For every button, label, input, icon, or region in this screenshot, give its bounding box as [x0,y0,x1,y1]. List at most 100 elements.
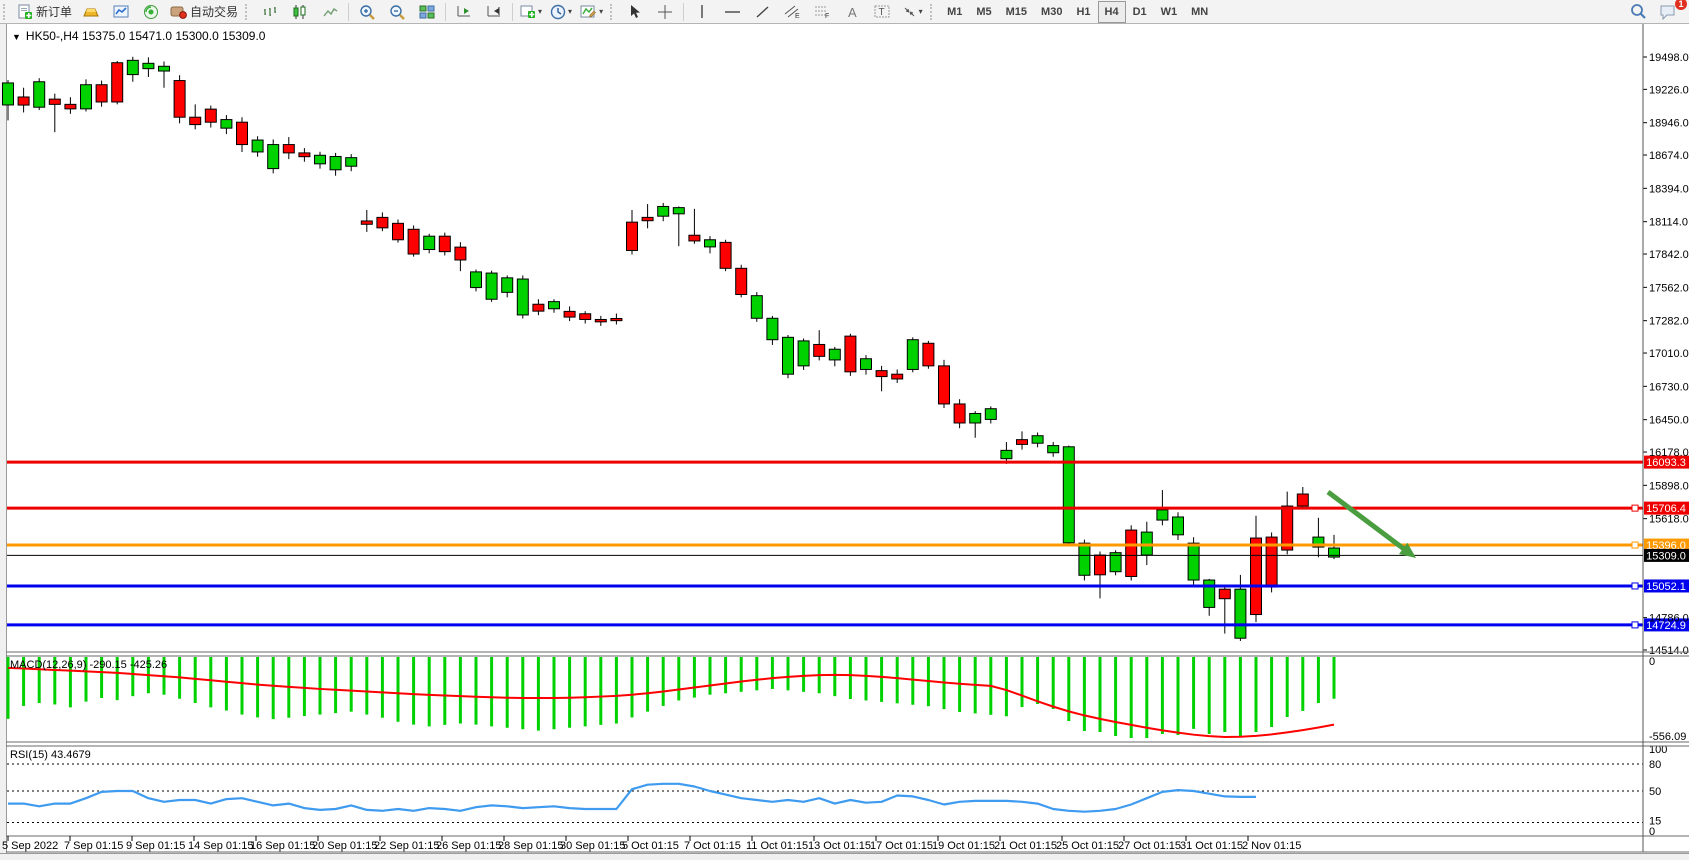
bull-candle [33,81,46,108]
time-axis-label: 14 Sep 01:15 [188,840,253,852]
bull-candle [142,62,155,70]
bull-candle [672,207,685,215]
bull-candle [969,412,982,424]
bear-candle [360,220,373,225]
line-handle [1631,504,1639,512]
bull-candle [1047,445,1060,454]
bull-candle [423,235,436,251]
time-axis-label: 13 Oct 01:15 [808,840,871,852]
bull-candle [1187,542,1200,581]
bear-candle [1218,588,1231,600]
bear-candle [438,235,451,253]
price-axis-tick: 17842.0 [1649,249,1689,261]
bear-candle [64,103,77,110]
bull-candle [906,339,919,370]
bull-candle [158,65,170,72]
bear-candle [1250,537,1262,616]
time-axis-label: 25 Oct 01:15 [1056,840,1119,852]
bear-candle [95,84,108,103]
bull-candle [657,205,670,217]
bear-candle [454,246,467,261]
bear-candle [407,228,420,255]
bull-candle [485,272,498,300]
price-line-label: 15052.1 [1646,581,1686,593]
bear-candle [891,373,904,380]
price-axis-tick: 16450.0 [1649,415,1689,427]
bull-candle [501,277,514,293]
bull-candle [1000,449,1013,460]
price-axis-tick: 17282.0 [1649,316,1689,328]
bull-candle [750,295,763,319]
time-axis-label: 17 Oct 01:15 [870,840,933,852]
line-handle [1631,582,1639,590]
time-axis-label: 30 Sep 01:15 [560,840,625,852]
price-axis-tick: 19498.0 [1649,52,1689,64]
bull-candle [1234,588,1247,639]
price-chart-canvas[interactable]: 16093.315706.415396.015309.015052.114724… [0,0,1689,859]
bear-candle [610,318,623,322]
bear-candle [111,62,124,103]
price-axis-tick: 15618.0 [1649,514,1689,526]
time-axis-label: 7 Oct 01:15 [684,840,741,852]
price-axis-tick: 19226.0 [1649,84,1689,96]
time-axis-label: 5 Oct 01:15 [622,840,679,852]
bear-candle [875,370,888,378]
time-axis-label: 22 Sep 01:15 [374,840,439,852]
bull-candle [1172,516,1184,536]
price-axis-tick: 17010.0 [1649,348,1689,360]
bear-candle [641,216,654,222]
bear-candle [204,108,217,123]
time-axis-label: 9 Sep 01:15 [126,840,185,852]
line-handle [1631,541,1639,549]
time-axis-label: 7 Sep 01:15 [64,840,123,852]
bull-candle [126,59,139,76]
bear-candle [1094,554,1106,576]
bear-candle [626,221,638,251]
price-axis-tick: 17562.0 [1649,282,1689,294]
bear-candle [563,310,576,318]
bear-candle [236,121,248,146]
bear-candle [938,365,950,405]
time-axis-label: 20 Sep 01:15 [312,840,377,852]
time-axis-label: 2 Nov 01:15 [1242,840,1301,852]
mt4-terminal: 新订单 自动交易 ▾ ▾ ▾ E F A T ▾ M1 M5 M15 M30 H… [0,0,1689,860]
bull-candle [2,82,14,106]
line-handle [1631,621,1639,629]
rsi-axis-label: 50 [1649,786,1661,798]
time-axis-label: 5 Sep 2022 [2,840,58,852]
collapse-triangle-icon[interactable]: ▼ [12,32,21,42]
bull-candle [984,408,997,420]
macd-indicator-label: MACD(12,26,9) -290.15 -425.26 [10,659,168,671]
time-axis-label: 11 Oct 01:15 [746,840,808,852]
bear-candle [922,342,935,367]
bear-candle [844,335,857,373]
bear-candle [298,152,311,158]
bull-candle [1156,509,1169,521]
chart-symbol-header: ▼ HK50-,H4 15375.0 15471.0 15300.0 15309.… [12,29,266,43]
rsi-axis-label: 80 [1649,759,1661,771]
bear-candle [813,343,826,357]
bull-candle [329,155,342,171]
price-axis-tick: 14786.0 [1649,613,1689,625]
price-axis-tick: 16178.0 [1649,447,1689,459]
bear-candle [953,403,966,424]
bear-candle [594,318,607,323]
price-axis-tick: 15898.0 [1649,480,1689,492]
bear-candle [189,116,202,126]
time-axis-label: 28 Sep 01:15 [498,840,563,852]
bear-candle [532,303,545,312]
time-axis-label: 16 Sep 01:15 [250,840,315,852]
time-axis-label: 27 Oct 01:15 [1118,840,1181,852]
bull-candle [80,84,92,110]
macd-axis-min: -556.09 [1649,731,1686,743]
price-axis-tick: 18674.0 [1649,150,1689,162]
bull-candle [548,301,560,310]
macd-axis-zero: 0 [1649,656,1655,668]
bull-candle [828,348,841,361]
bear-candle [1281,505,1294,551]
bull-candle [782,336,794,375]
bull-candle [860,358,872,370]
bear-candle [735,267,748,295]
bull-candle [220,119,233,129]
bull-candle [314,154,326,165]
